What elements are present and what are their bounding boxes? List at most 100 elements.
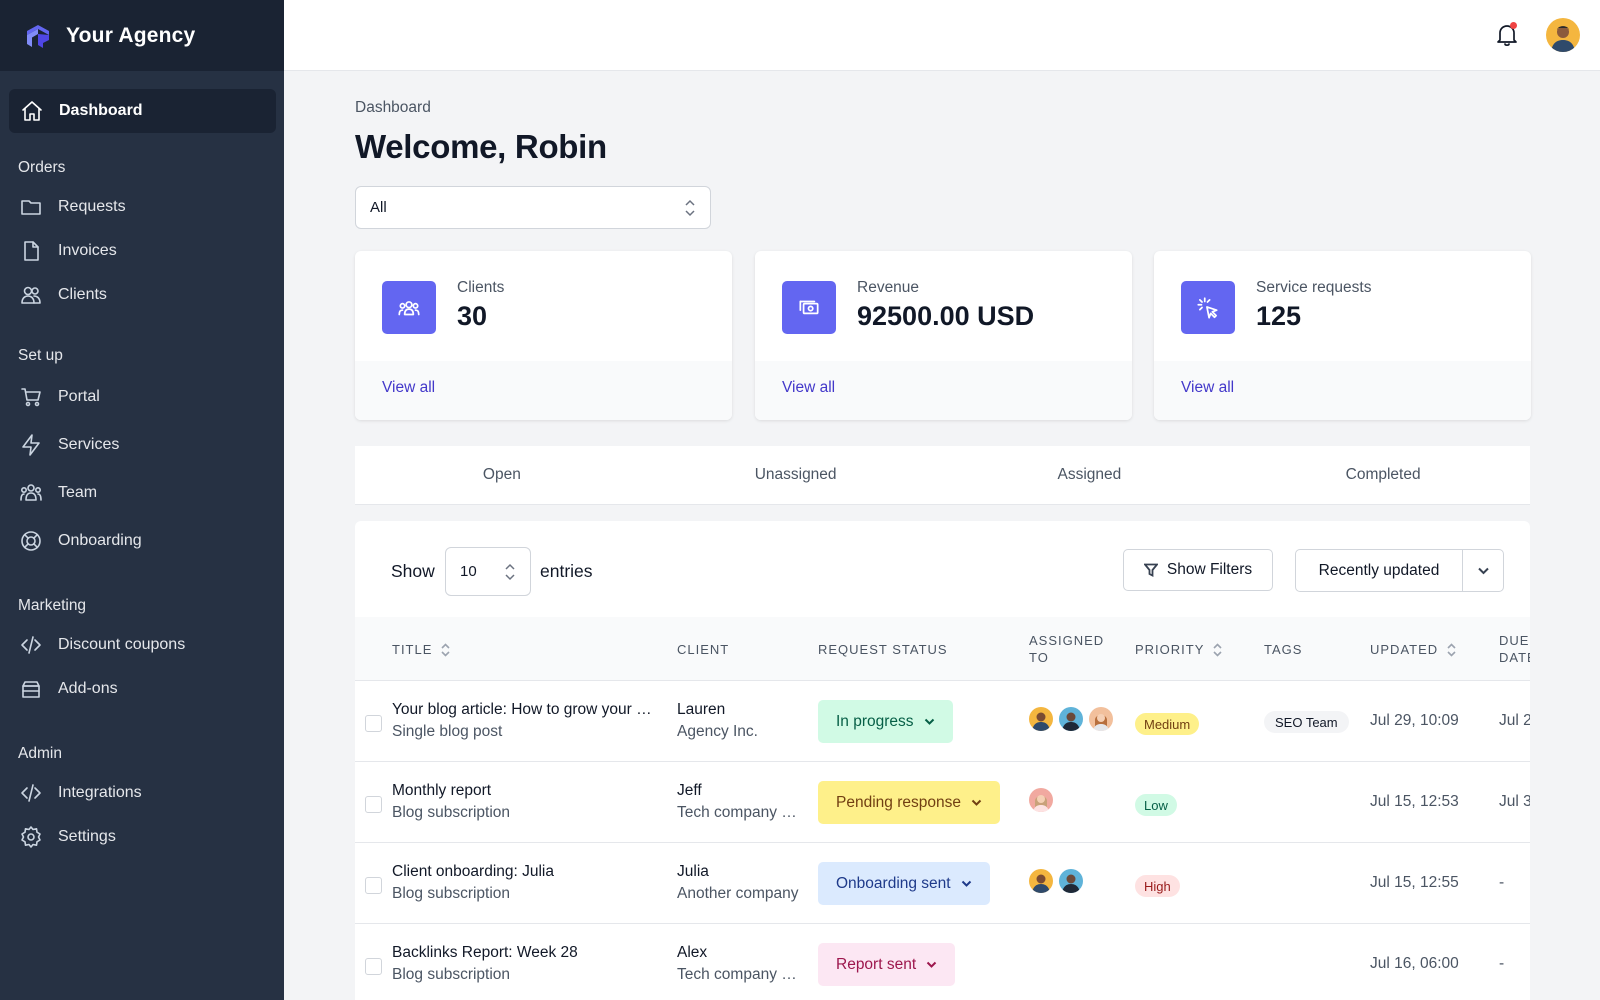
cog-icon <box>18 824 44 850</box>
stat-label: Clients <box>457 279 505 296</box>
client-name[interactable]: Alex <box>677 944 707 962</box>
sidebar-item-services[interactable]: Services <box>0 421 284 469</box>
client-name[interactable]: Lauren <box>677 701 725 719</box>
view-all-requests-link[interactable]: View all <box>1181 379 1234 396</box>
request-title[interactable]: Your blog article: How to grow your busi… <box>392 701 657 719</box>
column-header-assigned-to: Assigned to <box>1029 632 1109 666</box>
sidebar-item-clients[interactable]: Clients <box>0 273 284 317</box>
due-date: Jul 29, 00:00 <box>1499 712 1530 729</box>
row-checkbox[interactable] <box>365 877 382 894</box>
sidebar-item-discount-coupons[interactable]: Discount coupons <box>0 623 284 667</box>
row-checkbox[interactable] <box>365 796 382 813</box>
tab-completed[interactable]: Completed <box>1236 446 1530 504</box>
request-status-dropdown[interactable]: In progress <box>818 700 953 743</box>
brand-header: Your Agency <box>0 0 284 71</box>
table-row[interactable]: Client onboarding: Julia Blog subscripti… <box>355 843 1530 924</box>
avatar[interactable] <box>1029 869 1053 893</box>
sort-label[interactable]: Recently updated <box>1296 550 1463 591</box>
due-date: - <box>1499 955 1505 972</box>
sidebar-item-invoices[interactable]: Invoices <box>0 229 284 273</box>
requests-panel: Show 10 entries Show Filters Recently up… <box>355 521 1530 1000</box>
sidebar-item-dashboard[interactable]: Dashboard <box>9 89 276 133</box>
client-name[interactable]: Julia <box>677 863 709 881</box>
sidebar-item-label: Requests <box>58 198 126 215</box>
client-company: Another company <box>677 885 799 902</box>
agency-logo-icon[interactable] <box>24 22 52 50</box>
section-title-marketing: Marketing <box>18 597 87 614</box>
tab-assigned[interactable]: Assigned <box>943 446 1237 504</box>
home-icon <box>19 98 45 124</box>
chevron-down-icon <box>924 718 934 725</box>
tag-badge[interactable]: SEO Team <box>1264 711 1349 733</box>
sidebar-item-label: Integrations <box>58 784 142 801</box>
request-title[interactable]: Monthly report <box>392 782 657 800</box>
sidebar-item-label: Add-ons <box>58 680 118 697</box>
updated-date: Jul 15, 12:55 <box>1370 874 1459 891</box>
column-header-title[interactable]: Title <box>392 641 451 658</box>
request-status-dropdown[interactable]: Report sent <box>818 943 956 986</box>
stat-value: 30 <box>457 301 488 331</box>
show-label: Show <box>391 561 435 581</box>
sidebar-item-label: Invoices <box>58 242 117 259</box>
users-icon <box>18 282 44 308</box>
assignee-avatars <box>1029 788 1059 812</box>
column-title-label: Title <box>392 642 433 657</box>
stat-card-revenue: Revenue 92500.00 USD View all <box>755 251 1132 420</box>
stat-label: Service requests <box>1256 279 1372 296</box>
tab-unassigned[interactable]: Unassigned <box>649 446 943 504</box>
request-service: Blog subscription <box>392 804 511 821</box>
sidebar-item-settings[interactable]: Settings <box>0 815 284 859</box>
request-title[interactable]: Client onboarding: Julia <box>392 863 657 881</box>
stat-card-service-requests: Service requests 125 View all <box>1154 251 1531 420</box>
sidebar-item-label: Clients <box>58 286 107 303</box>
sidebar-item-onboarding[interactable]: Onboarding <box>0 517 284 565</box>
sidebar-item-integrations[interactable]: Integrations <box>0 771 284 815</box>
table-row[interactable]: Your blog article: How to grow your bu si… <box>355 681 1530 762</box>
lifebuoy-icon <box>18 528 44 554</box>
column-header-updated[interactable]: Updated <box>1370 641 1457 658</box>
avatar[interactable] <box>1089 707 1113 731</box>
sort-dropdown-toggle[interactable] <box>1463 550 1503 591</box>
sidebar-item-requests[interactable]: Requests <box>0 185 284 229</box>
request-status-dropdown[interactable]: Pending response <box>818 781 1000 824</box>
column-header-priority[interactable]: Priority <box>1135 641 1223 658</box>
table-row[interactable]: Monthly report Blog subscription Jeff Te… <box>355 762 1530 843</box>
client-filter-select[interactable]: All <box>355 186 711 229</box>
request-status-dropdown[interactable]: Onboarding sent <box>818 862 990 905</box>
due-date: Jul 30, 00:00 <box>1499 793 1530 810</box>
updated-date: Jul 16, 06:00 <box>1370 955 1459 972</box>
tab-open[interactable]: Open <box>355 446 649 504</box>
column-status-label: Request status <box>818 642 948 657</box>
avatar[interactable] <box>1029 707 1053 731</box>
entries-select[interactable]: 10 <box>445 547 531 596</box>
filter-icon <box>1143 563 1158 577</box>
updated-date: Jul 15, 12:53 <box>1370 793 1459 810</box>
top-bar <box>284 0 1600 71</box>
status-label: In progress <box>836 712 914 730</box>
sort-select[interactable]: Recently updated <box>1295 549 1504 592</box>
column-assigned-label: Assigned to <box>1029 633 1105 665</box>
sidebar-item-team[interactable]: Team <box>0 469 284 517</box>
breadcrumb[interactable]: Dashboard <box>355 99 431 117</box>
request-title[interactable]: Backlinks Report: Week 28 <box>392 944 657 962</box>
table-row[interactable]: Backlinks Report: Week 28 Blog subscript… <box>355 924 1530 1000</box>
cursor-click-icon <box>1181 281 1235 334</box>
row-checkbox[interactable] <box>365 958 382 975</box>
avatar[interactable] <box>1029 788 1053 812</box>
user-avatar[interactable] <box>1546 18 1580 52</box>
avatar[interactable] <box>1059 707 1083 731</box>
row-checkbox[interactable] <box>365 715 382 732</box>
view-all-clients-link[interactable]: View all <box>382 379 435 396</box>
chevron-down-icon <box>961 880 971 887</box>
stat-value: 92500.00 USD <box>857 301 1035 331</box>
show-filters-button[interactable]: Show Filters <box>1123 549 1273 591</box>
client-name[interactable]: Jeff <box>677 782 702 800</box>
view-all-revenue-link[interactable]: View all <box>782 379 835 396</box>
sidebar-item-add-ons[interactable]: Add-ons <box>0 667 284 711</box>
column-tags-label: Tags <box>1264 642 1303 657</box>
column-header-due-date[interactable]: Due date <box>1499 632 1530 666</box>
client-company: Tech company Ltd. <box>677 804 802 821</box>
sidebar-item-label: Team <box>58 484 98 501</box>
sidebar-item-portal[interactable]: Portal <box>0 373 284 421</box>
avatar[interactable] <box>1059 869 1083 893</box>
